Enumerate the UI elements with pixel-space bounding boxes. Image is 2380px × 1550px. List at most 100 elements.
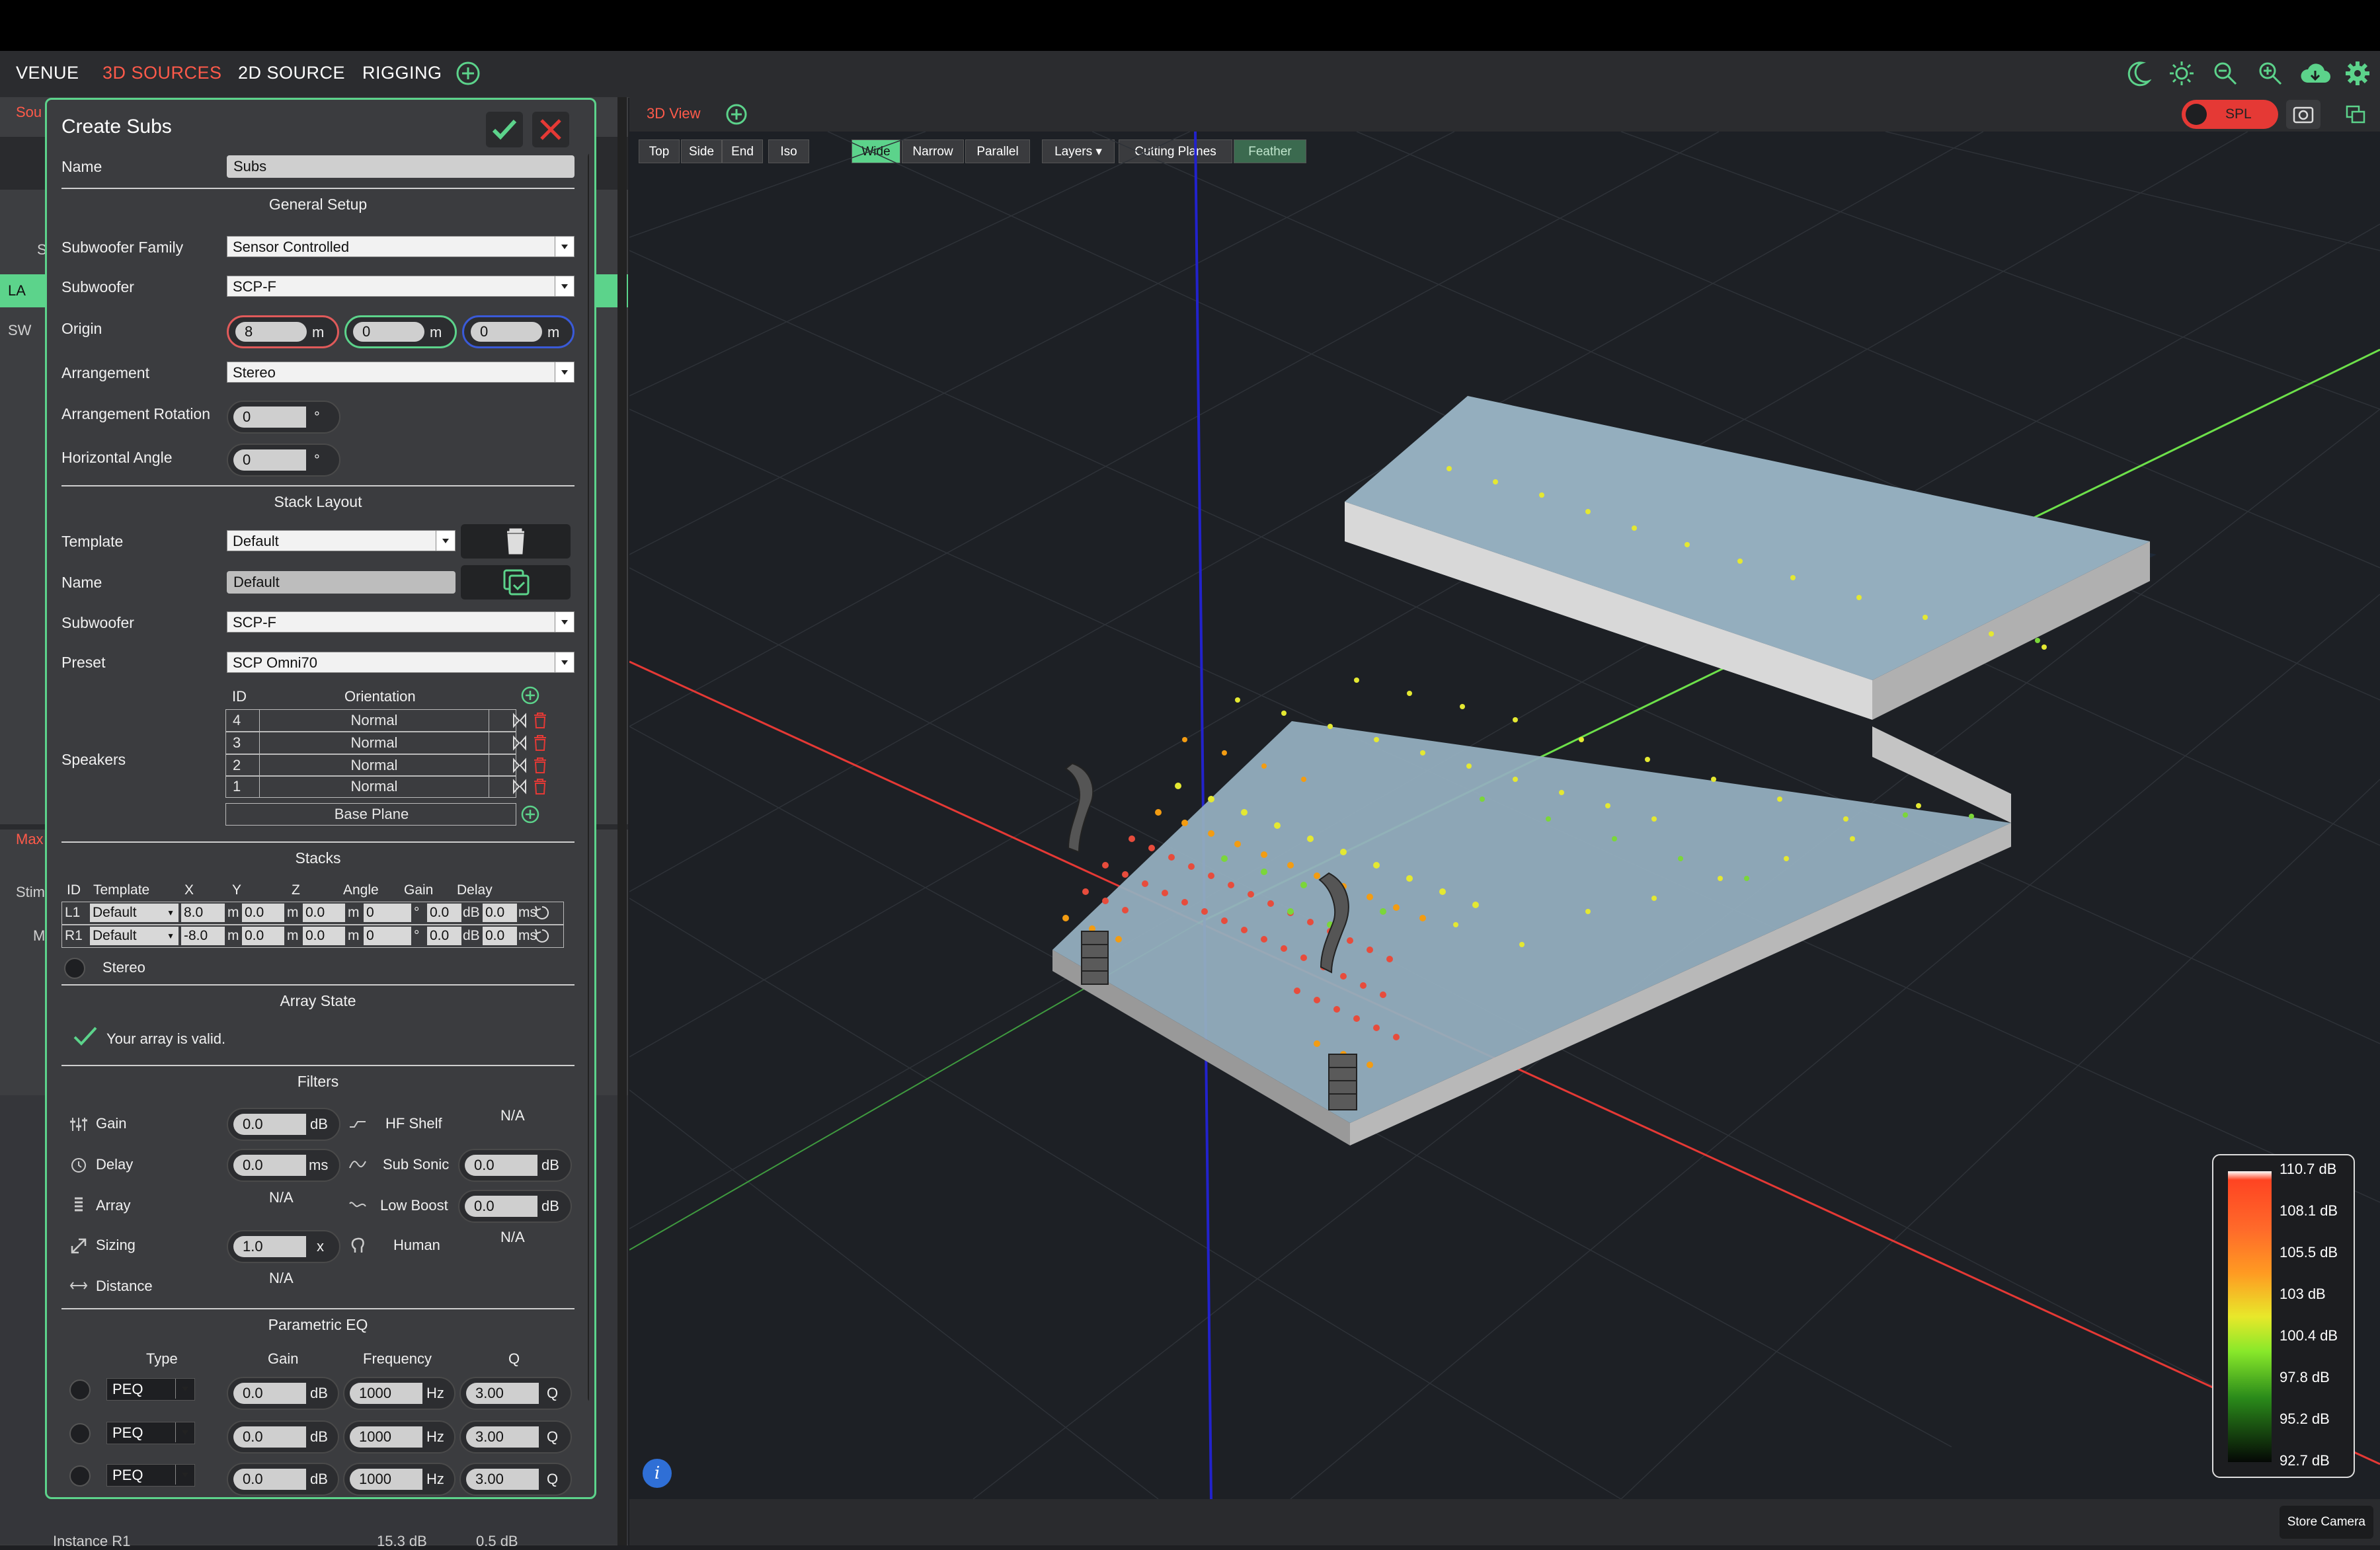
stack-x-input[interactable]: -8.0 — [181, 927, 225, 945]
subwoofer-family-select[interactable]: Sensor Controlled — [227, 236, 575, 257]
flip-speaker-icon[interactable] — [511, 757, 528, 774]
delete-speaker-icon[interactable] — [532, 778, 548, 795]
peq-q-field[interactable]: 3.00 Q — [459, 1420, 572, 1453]
arrangement-rotation-unit: ° — [314, 408, 320, 425]
close-button[interactable] — [532, 112, 569, 147]
nav-2d-source[interactable]: 2D SOURCE — [238, 63, 345, 83]
stack-delay-input[interactable]: 0.0 — [483, 927, 517, 945]
add-speaker-icon[interactable] — [520, 685, 540, 705]
origin-y-field[interactable]: 0 m — [344, 315, 457, 348]
dialog-scrollbar[interactable] — [588, 153, 589, 1402]
origin-x-field[interactable]: 8 m — [227, 315, 339, 348]
flip-speaker-icon[interactable] — [511, 712, 528, 729]
confirm-button[interactable] — [486, 112, 523, 147]
main-nav: VENUE 3D SOURCES 2D SOURCE RIGGING — [0, 51, 2380, 98]
name-input[interactable]: Subs — [227, 155, 575, 178]
low-boost-field[interactable]: 0.0 dB — [458, 1190, 572, 1223]
3d-scene[interactable] — [629, 132, 2380, 1499]
max-header: Max — [16, 831, 44, 847]
peq-type-select[interactable]: PEQ — [106, 1378, 195, 1401]
spl-toggle[interactable]: SPL — [2182, 100, 2278, 129]
3d-view-tab[interactable]: 3D View — [647, 105, 701, 122]
reset-stack-icon[interactable] — [534, 927, 551, 945]
nav-3d-sources[interactable]: 3D SOURCES — [102, 63, 222, 83]
nav-venue[interactable]: VENUE — [16, 63, 79, 83]
peq-gain-field[interactable]: 0.0 dB — [227, 1463, 339, 1496]
flip-speaker-icon[interactable] — [511, 778, 528, 795]
peq-enable-toggle[interactable] — [69, 1465, 91, 1487]
speaker-orientation[interactable]: Normal — [259, 710, 489, 731]
peq-q-field[interactable]: 3.00 Q — [459, 1377, 572, 1410]
stack-y-input[interactable]: 0.0 — [242, 927, 284, 945]
stack-name-input[interactable]: Default — [227, 571, 456, 594]
horizontal-angle-field[interactable]: 0 ° — [227, 444, 340, 477]
popout-window-icon[interactable] — [2346, 105, 2367, 125]
speaker-orientation[interactable]: Normal — [259, 776, 489, 797]
stack-angle-input[interactable]: 0 — [364, 927, 411, 945]
zoom-in-icon[interactable] — [2257, 60, 2283, 87]
stack-z-input[interactable]: 0.0 — [303, 904, 345, 922]
spl-label: SPL — [2225, 106, 2252, 122]
peq-q-header: Q — [508, 1350, 520, 1367]
cloud-download-icon[interactable] — [2299, 60, 2331, 87]
gain-sliders-icon — [70, 1118, 87, 1131]
stack-delay-input[interactable]: 0.0 — [483, 904, 517, 922]
peq-frequency-field[interactable]: 1000 Hz — [343, 1463, 456, 1496]
panel-scrollbar[interactable] — [617, 97, 627, 1545]
arrangement-rotation-field[interactable]: 0 ° — [227, 401, 340, 434]
hf-shelf-value: N/A — [500, 1107, 525, 1124]
peq-frequency-field[interactable]: 1000 Hz — [343, 1377, 456, 1410]
flip-speaker-icon[interactable] — [511, 734, 528, 752]
stack-gain-input[interactable]: 0.0 — [427, 927, 461, 945]
origin-z-field[interactable]: 0 m — [462, 315, 575, 348]
peq-type-select[interactable]: PEQ — [106, 1422, 195, 1444]
stack-subwoofer-select[interactable]: SCP-F — [227, 611, 575, 633]
delay-field[interactable]: 0.0 ms — [227, 1149, 340, 1182]
nav-rigging[interactable]: RIGGING — [362, 63, 442, 83]
save-template-button[interactable] — [461, 565, 571, 600]
sub-sonic-field[interactable]: 0.0 dB — [458, 1149, 572, 1182]
stereo-toggle[interactable] — [64, 958, 85, 979]
gain-label: Gain — [96, 1115, 127, 1132]
peq-enable-toggle[interactable] — [69, 1423, 91, 1444]
subwoofer-select[interactable]: SCP-F — [227, 276, 575, 297]
light-mode-icon[interactable] — [2168, 60, 2195, 87]
peq-gain-field[interactable]: 0.0 dB — [227, 1420, 339, 1453]
sizing-field[interactable]: 1.0 x — [227, 1230, 340, 1263]
settings-gear-icon[interactable] — [2344, 60, 2371, 87]
spl-color-scale — [2228, 1171, 2272, 1462]
delete-speaker-icon[interactable] — [532, 734, 548, 752]
add-tab-icon[interactable] — [455, 60, 481, 87]
stack-z-input[interactable]: 0.0 — [303, 927, 345, 945]
arrangement-select[interactable]: Stereo — [227, 362, 575, 383]
peq-q-field[interactable]: 3.00 Q — [459, 1463, 572, 1496]
info-icon[interactable]: i — [643, 1459, 672, 1488]
speaker-id: 4 — [233, 712, 241, 728]
stack-y-input[interactable]: 0.0 — [242, 904, 284, 922]
gain-field[interactable]: 0.0 dB — [227, 1108, 340, 1141]
reset-stack-icon[interactable] — [534, 904, 551, 921]
dark-mode-icon[interactable] — [2125, 60, 2151, 87]
delete-speaker-icon[interactable] — [532, 757, 548, 774]
stack-template-select[interactable]: Default ▼ — [90, 927, 178, 945]
speaker-orientation[interactable]: Normal — [259, 732, 489, 754]
stack-template-select[interactable]: Default ▼ — [90, 904, 178, 922]
stack-gain-input[interactable]: 0.0 — [427, 904, 461, 922]
camera-icon[interactable] — [2286, 100, 2320, 129]
speaker-orientation[interactable]: Normal — [259, 755, 489, 776]
delete-speaker-icon[interactable] — [532, 712, 548, 729]
peq-type-select[interactable]: PEQ — [106, 1464, 195, 1487]
peq-q-value: 3.00 — [466, 1426, 539, 1448]
add-view-icon[interactable] — [725, 102, 748, 126]
preset-select[interactable]: SCP Omni70 — [227, 652, 575, 673]
stack-x-input[interactable]: 8.0 — [181, 904, 225, 922]
peq-enable-toggle[interactable] — [69, 1379, 91, 1401]
store-camera-button[interactable]: Store Camera — [2279, 1506, 2373, 1539]
peq-frequency-field[interactable]: 1000 Hz — [343, 1420, 456, 1453]
delete-template-button[interactable] — [461, 524, 571, 559]
add-base-plane-icon[interactable] — [520, 804, 540, 824]
zoom-out-icon[interactable] — [2212, 60, 2239, 87]
peq-gain-field[interactable]: 0.0 dB — [227, 1377, 339, 1410]
stack-angle-input[interactable]: 0 — [364, 904, 411, 922]
template-select[interactable]: Default — [227, 530, 456, 551]
